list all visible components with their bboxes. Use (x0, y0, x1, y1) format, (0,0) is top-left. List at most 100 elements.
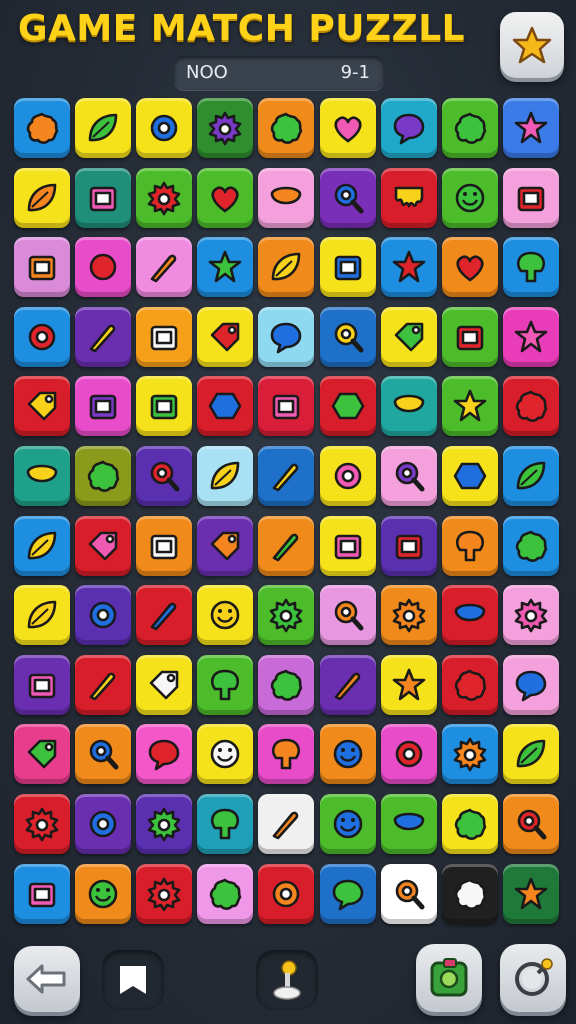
board-tile[interactable] (258, 724, 315, 785)
board-tile[interactable] (258, 515, 315, 576)
board-tile[interactable] (197, 515, 254, 576)
board-tile[interactable] (441, 237, 498, 298)
board-tile[interactable] (197, 654, 254, 715)
board-tile[interactable] (197, 446, 254, 506)
board-tile[interactable] (75, 98, 132, 158)
board-tile[interactable] (75, 237, 132, 298)
board-tile[interactable] (502, 306, 559, 367)
board-tile[interactable] (136, 515, 193, 576)
board-tile[interactable] (75, 794, 132, 854)
board-tile[interactable] (380, 654, 437, 715)
board-tile[interactable] (14, 237, 70, 298)
board-tile[interactable] (75, 863, 132, 924)
board-tile[interactable] (502, 376, 559, 437)
board-tile[interactable] (136, 237, 193, 298)
board-tile[interactable] (14, 167, 70, 228)
board-tile[interactable] (75, 376, 132, 437)
board-tile[interactable] (75, 446, 132, 506)
board-tile[interactable] (136, 446, 193, 506)
board-tile[interactable] (380, 167, 437, 228)
board-tile[interactable] (502, 724, 559, 785)
board-tile[interactable] (319, 585, 376, 646)
board-tile[interactable] (380, 446, 437, 506)
board-tile[interactable] (75, 654, 132, 715)
board-tile[interactable] (14, 306, 70, 367)
board-tile[interactable] (319, 237, 376, 298)
board-tile[interactable] (441, 376, 498, 437)
board-tile[interactable] (136, 98, 193, 158)
board-tile[interactable] (258, 237, 315, 298)
board-tile[interactable] (197, 237, 254, 298)
flag-button[interactable] (102, 950, 164, 1010)
board-tile[interactable] (258, 167, 315, 228)
board-tile[interactable] (258, 98, 315, 158)
board-tile[interactable] (136, 585, 193, 646)
board-tile[interactable] (380, 585, 437, 646)
board-tile[interactable] (319, 98, 376, 158)
board-tile[interactable] (14, 98, 70, 158)
board-tile[interactable] (380, 306, 437, 367)
board-tile[interactable] (258, 446, 315, 506)
board-tile[interactable] (75, 306, 132, 367)
board-tile[interactable] (197, 376, 254, 437)
board-tile[interactable] (136, 724, 193, 785)
undo-button[interactable] (14, 946, 80, 1012)
board-tile[interactable] (502, 446, 559, 506)
board-tile[interactable] (197, 794, 254, 854)
board-tile[interactable] (380, 794, 437, 854)
board-tile[interactable] (319, 794, 376, 854)
board-tile[interactable] (319, 724, 376, 785)
board-tile[interactable] (502, 167, 559, 228)
board-tile[interactable] (136, 167, 193, 228)
board-tile[interactable] (136, 794, 193, 854)
board-tile[interactable] (197, 863, 254, 924)
board-tile[interactable] (75, 515, 132, 576)
board-tile[interactable] (197, 585, 254, 646)
board-tile[interactable] (75, 724, 132, 785)
board-tile[interactable] (197, 98, 254, 158)
board-tile[interactable] (258, 654, 315, 715)
board-tile[interactable] (258, 376, 315, 437)
board-tile[interactable] (14, 863, 70, 924)
board-tile[interactable] (441, 515, 498, 576)
map-button[interactable] (416, 944, 482, 1012)
board-tile[interactable] (502, 237, 559, 298)
board-tile[interactable] (258, 306, 315, 367)
board-tile[interactable] (14, 794, 70, 854)
board-tile[interactable] (441, 446, 498, 506)
board-tile[interactable] (258, 863, 315, 924)
board-tile[interactable] (136, 306, 193, 367)
board-tile[interactable] (380, 724, 437, 785)
board-tile[interactable] (197, 306, 254, 367)
board-tile[interactable] (502, 98, 559, 158)
board-tile[interactable] (441, 306, 498, 367)
board-tile[interactable] (502, 794, 559, 854)
board-tile[interactable] (258, 585, 315, 646)
board-tile[interactable] (319, 446, 376, 506)
board-tile[interactable] (380, 376, 437, 437)
board-tile[interactable] (75, 167, 132, 228)
board-tile[interactable] (14, 515, 70, 576)
board-tile[interactable] (380, 515, 437, 576)
board-tile[interactable] (14, 585, 70, 646)
star-button[interactable] (500, 12, 564, 78)
board-tile[interactable] (258, 794, 315, 854)
board-tile[interactable] (502, 863, 559, 924)
hint-button[interactable] (500, 944, 566, 1012)
board-tile[interactable] (14, 376, 70, 437)
board-tile[interactable] (197, 167, 254, 228)
board-tile[interactable] (319, 515, 376, 576)
board-tile[interactable] (136, 863, 193, 924)
board-tile[interactable] (136, 376, 193, 437)
board-tile[interactable] (502, 654, 559, 715)
board-tile[interactable] (197, 724, 254, 785)
board-tile[interactable] (14, 446, 70, 506)
board-tile[interactable] (502, 515, 559, 576)
board-tile[interactable] (441, 585, 498, 646)
board-tile[interactable] (502, 585, 559, 646)
board-tile[interactable] (319, 167, 376, 228)
board-tile[interactable] (319, 654, 376, 715)
board-tile[interactable] (441, 724, 498, 785)
board-tile[interactable] (380, 863, 437, 924)
board-tile[interactable] (75, 585, 132, 646)
